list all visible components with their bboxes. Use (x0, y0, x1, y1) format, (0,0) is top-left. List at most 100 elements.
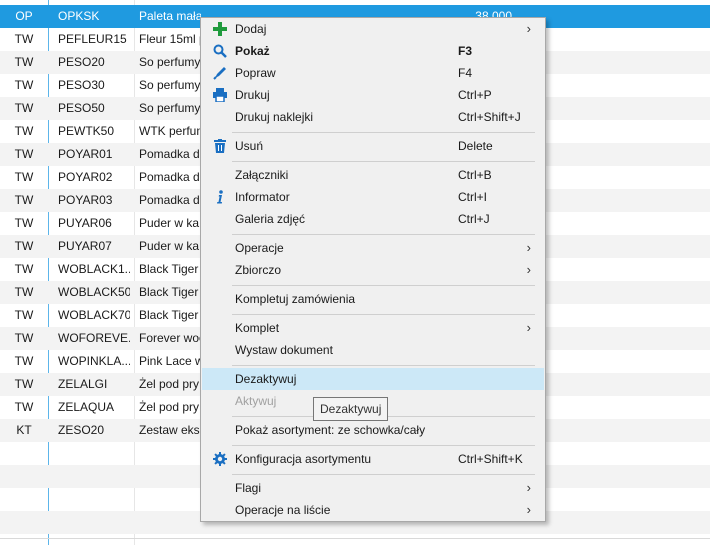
menu-separator (232, 445, 535, 446)
menu-item-shortcut: Ctrl+P (458, 88, 492, 102)
menu-item-label: Komplet (235, 321, 280, 335)
menu-item-drukuj[interactable]: Drukuj Ctrl+P (202, 84, 544, 106)
menu-separator (232, 234, 535, 235)
cell-op: TW (14, 308, 34, 322)
cell-name: Pomadka d (139, 170, 200, 184)
cell-sku: WOBLACK70 (58, 308, 130, 322)
cell-name: Paleta mała (139, 9, 201, 23)
menu-item-label: Dezaktywuj (235, 372, 297, 386)
menu-item-zalaczniki[interactable]: Załączniki Ctrl+B (202, 164, 544, 186)
cell-name: Black Tiger (139, 308, 199, 322)
menu-item-pokaz-asortyment[interactable]: Pokaż asortyment: ze schowka/cały (202, 419, 544, 441)
cell-name: Żel pod pry (139, 377, 200, 391)
plus-icon (212, 21, 228, 37)
chevron-right-icon: › (526, 502, 531, 517)
menu-item-pokaz[interactable]: Pokaż F3 (202, 40, 544, 62)
menu-item-label: Pokaż asortyment: ze schowka/cały (235, 423, 426, 437)
menu-separator (232, 365, 535, 366)
cell-op: TW (14, 78, 34, 92)
menu-item-informator[interactable]: Informator Ctrl+I (202, 186, 544, 208)
cell-name: Black Tiger (139, 285, 199, 299)
menu-separator (232, 314, 535, 315)
menu-item-komplet[interactable]: Komplet › (202, 317, 544, 339)
menu-item-label: Informator (235, 190, 290, 204)
cell-sku: PESO30 (58, 78, 105, 92)
menu-item-label: Pokaż (235, 44, 270, 58)
magnifier-icon (212, 43, 228, 59)
menu-item-flagi[interactable]: Flagi › (202, 477, 544, 499)
cell-op: TW (14, 32, 34, 46)
menu-item-label: Galeria zdjęć (235, 212, 306, 226)
chevron-right-icon: › (526, 21, 531, 36)
cell-name: Zestaw eks (139, 423, 200, 437)
chevron-right-icon: › (526, 262, 531, 277)
menu-item-shortcut: Delete (458, 139, 493, 153)
cell-op: TW (14, 124, 34, 138)
cell-name: Żel pod pry (139, 400, 200, 414)
cell-sku: PEWTK50 (58, 124, 115, 138)
cell-sku: ZESO20 (58, 423, 105, 437)
menu-item-label: Drukuj naklejki (235, 110, 314, 124)
menu-item-label: Aktywuj (235, 394, 277, 408)
cell-sku: WOFOREVE... (58, 331, 130, 345)
cell-sku: PUYAR07 (58, 239, 112, 253)
cell-op: TW (14, 101, 34, 115)
menu-item-usun[interactable]: Usuń Delete (202, 135, 544, 157)
menu-item-operacje[interactable]: Operacje › (202, 237, 544, 259)
menu-item-label: Zbiorczo (235, 263, 282, 277)
menu-item-wystaw-dokument[interactable]: Wystaw dokument (202, 339, 544, 361)
menu-item-konfiguracja[interactable]: Konfiguracja asortymentu Ctrl+Shift+K (202, 448, 544, 470)
menu-item-shortcut: Ctrl+Shift+J (458, 110, 521, 124)
menu-item-label: Operacje na liście (235, 503, 331, 517)
grid-bottom-border (0, 538, 710, 539)
cell-sku: WOPINKLA... (58, 354, 130, 368)
cell-op: TW (14, 262, 34, 276)
gear-icon (212, 451, 228, 467)
cell-name: So perfumy (139, 78, 201, 92)
cell-sku: PUYAR06 (58, 216, 112, 230)
menu-item-label: Flagi (235, 481, 262, 495)
cell-name: Pink Lace w (139, 354, 201, 368)
cell-op: TW (14, 55, 34, 69)
cell-sku: PESO50 (58, 101, 105, 115)
cell-sku: POYAR01 (58, 147, 113, 161)
menu-item-label: Operacje (235, 241, 284, 255)
menu-item-zbiorczo[interactable]: Zbiorczo › (202, 259, 544, 281)
context-menu: Dodaj › Pokaż F3 Popraw F4 Drukuj Ctrl+P… (200, 17, 546, 522)
menu-item-popraw[interactable]: Popraw F4 (202, 62, 544, 84)
cell-name: Pomadka d (139, 147, 200, 161)
menu-separator (232, 474, 535, 475)
cell-op: TW (14, 331, 34, 345)
menu-item-label: Wystaw dokument (235, 343, 333, 357)
cell-op: KT (16, 423, 32, 437)
menu-item-label: Dodaj (235, 22, 267, 36)
menu-item-operacje-na-liscie[interactable]: Operacje na liście › (202, 499, 544, 521)
pencil-icon (212, 65, 228, 81)
cell-name: Puder w ka (139, 239, 200, 253)
menu-item-shortcut: Ctrl+J (458, 212, 490, 226)
cell-sku: PEFLEUR15 (58, 32, 127, 46)
cell-op: TW (14, 400, 34, 414)
chevron-right-icon: › (526, 320, 531, 335)
tooltip: Dezaktywuj (313, 397, 389, 421)
cell-sku: ZELALGI (58, 377, 108, 391)
menu-item-kompletuj[interactable]: Kompletuj zamówienia (202, 288, 544, 310)
cell-op: TW (14, 239, 34, 253)
cell-name: So perfumy (139, 101, 201, 115)
cell-name: So perfumy (139, 55, 201, 69)
chevron-right-icon: › (526, 480, 531, 495)
cell-op: TW (14, 354, 34, 368)
cell-op: TW (14, 285, 34, 299)
cell-sku: PESO20 (58, 55, 105, 69)
cell-name: Pomadka d (139, 193, 200, 207)
cell-op: TW (14, 377, 34, 391)
cell-op: TW (14, 147, 34, 161)
menu-item-dodaj[interactable]: Dodaj › (202, 18, 544, 40)
menu-item-dezaktywuj[interactable]: Dezaktywuj (202, 368, 544, 390)
cell-op: OP (15, 9, 33, 23)
menu-item-galeria[interactable]: Galeria zdjęć Ctrl+J (202, 208, 544, 230)
menu-item-drukuj-naklejki[interactable]: Drukuj naklejki Ctrl+Shift+J (202, 106, 544, 128)
menu-item-shortcut: Ctrl+B (458, 168, 492, 182)
printer-icon (212, 87, 228, 103)
cell-sku: POYAR03 (58, 193, 113, 207)
